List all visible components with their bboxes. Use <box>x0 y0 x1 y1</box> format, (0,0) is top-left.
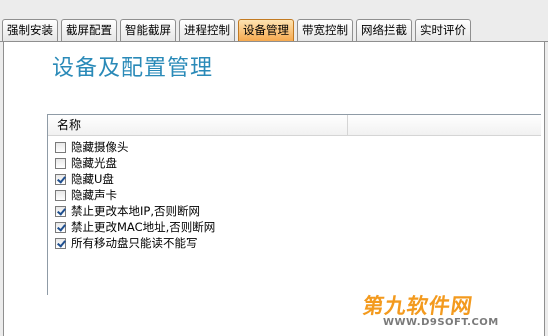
list-item-label: 隐藏U盘 <box>71 172 114 186</box>
list-item[interactable]: 隐藏U盘 <box>55 171 215 187</box>
tab-bar: 强制安装 截屏配置 智能截屏 进程控制 设备管理 带宽控制 网络拦截 实时评价 <box>0 0 548 44</box>
list-item[interactable]: 禁止更改本地IP,否则断网 <box>55 203 215 219</box>
tab-device-management[interactable]: 设备管理 <box>238 19 294 41</box>
checkbox[interactable] <box>55 221 66 233</box>
list-item[interactable]: 隐藏声卡 <box>55 187 215 203</box>
tab-process-control[interactable]: 进程控制 <box>179 19 235 41</box>
list-item-label: 隐藏光盘 <box>71 156 117 170</box>
tab-bandwidth-control[interactable]: 带宽控制 <box>297 19 353 41</box>
list-item-label: 禁止更改本地IP,否则断网 <box>71 204 200 218</box>
checkbox[interactable] <box>55 237 66 249</box>
device-list: 名称 隐藏摄像头 隐藏光盘 隐藏U盘 隐藏声卡 禁止更改本地IP,否则断网 禁止… <box>47 114 541 295</box>
list-item-label: 隐藏声卡 <box>71 188 117 202</box>
checkbox[interactable] <box>55 205 66 217</box>
checkbox[interactable] <box>55 157 66 169</box>
list-rows: 隐藏摄像头 隐藏光盘 隐藏U盘 隐藏声卡 禁止更改本地IP,否则断网 禁止更改M… <box>55 139 215 251</box>
column-header-name[interactable]: 名称 <box>48 115 348 135</box>
list-header: 名称 <box>48 115 541 136</box>
checkbox[interactable] <box>55 141 66 153</box>
checkbox[interactable] <box>55 173 66 185</box>
page-title: 设备及配置管理 <box>52 56 214 81</box>
watermark-url: WWW.D9SOFT.COM <box>383 317 499 328</box>
tab-screenshot-config[interactable]: 截屏配置 <box>61 19 117 41</box>
tab-list: 强制安装 截屏配置 智能截屏 进程控制 设备管理 带宽控制 网络拦截 实时评价 <box>2 19 474 41</box>
watermark-text: 第九软件网 <box>361 294 475 318</box>
tab-realtime-evaluation[interactable]: 实时评价 <box>415 19 471 41</box>
list-item[interactable]: 所有移动盘只能读不能写 <box>55 235 215 251</box>
site-watermark: 第九软件网 WWW.D9SOFT.COM <box>357 290 507 332</box>
list-item[interactable]: 隐藏光盘 <box>55 155 215 171</box>
list-item[interactable]: 隐藏摄像头 <box>55 139 215 155</box>
tab-smart-screenshot[interactable]: 智能截屏 <box>120 19 176 41</box>
tab-force-install[interactable]: 强制安装 <box>2 19 58 41</box>
list-item-label: 隐藏摄像头 <box>71 140 129 154</box>
list-item[interactable]: 禁止更改MAC地址,否则断网 <box>55 219 215 235</box>
list-item-label: 禁止更改MAC地址,否则断网 <box>71 220 216 234</box>
checkbox[interactable] <box>55 189 66 201</box>
tab-network-block[interactable]: 网络拦截 <box>356 19 412 41</box>
column-header-empty[interactable] <box>349 115 541 135</box>
list-item-label: 所有移动盘只能读不能写 <box>71 236 198 250</box>
